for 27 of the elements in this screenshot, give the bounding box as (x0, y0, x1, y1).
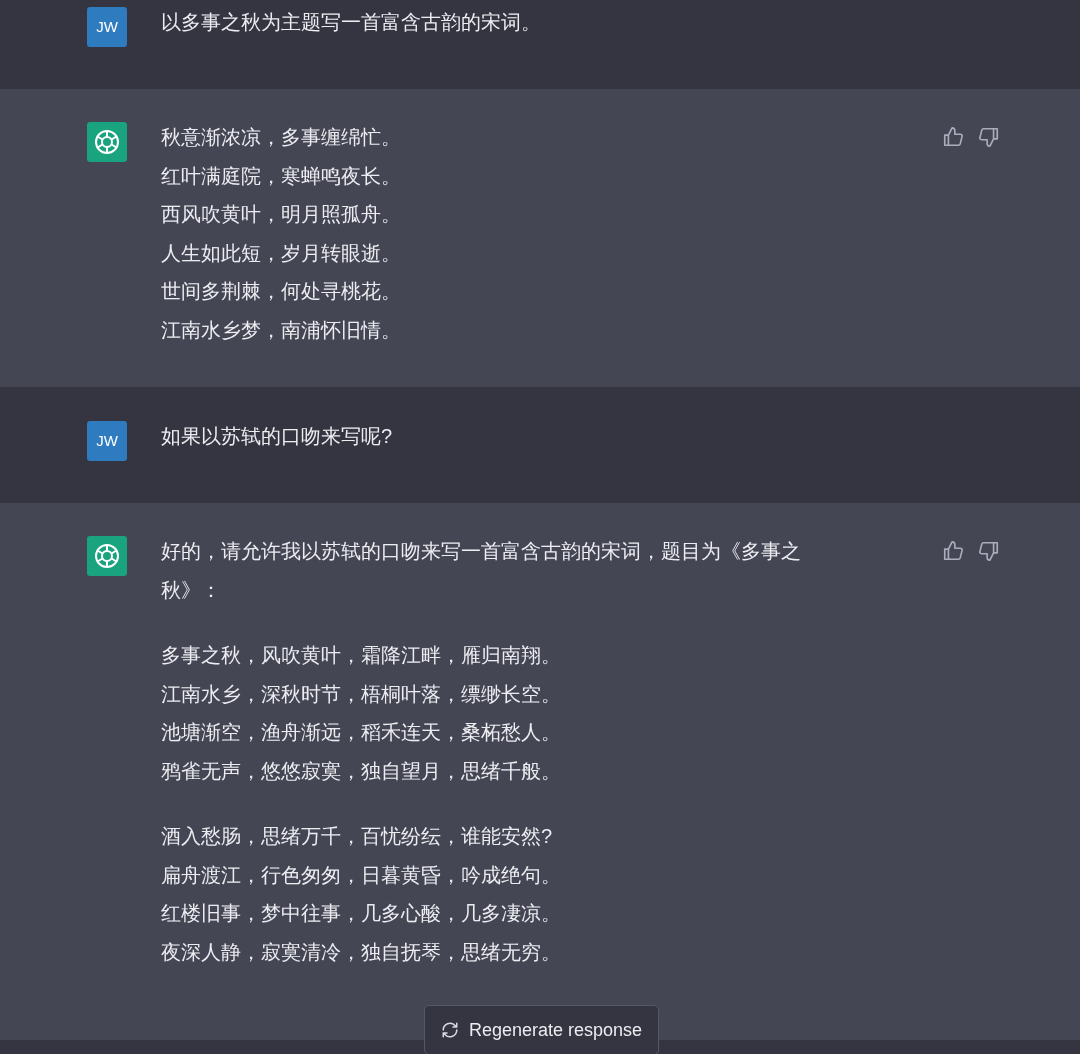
message-text: 酒入愁肠，思绪万千，百忧纷纭，谁能安然? (161, 824, 554, 849)
message-text: 夜深人静，寂寞清冷，独自抚琴，思绪无穷。 (161, 939, 562, 965)
message-text: 秋意渐浓凉，多事缠绵忙。 (161, 125, 402, 150)
message-text: 江南水乡，深秋时节，梧桐叶落，缥缈长空。 (161, 681, 562, 707)
thumbs-down-icon[interactable] (978, 540, 1000, 562)
message-text: 鸦雀无声，悠悠寂寞，独自望月，思绪千般。 (161, 758, 562, 784)
message-text: 红叶满庭院，寒蝉鸣夜长。 (161, 163, 402, 189)
message-text: 池塘渐空，渔舟渐远，稻禾连天，桑柘愁人。 (161, 720, 562, 745)
message-text: 江南水乡梦，南浦怀旧情。 (161, 317, 402, 343)
message-text: 人生如此短，岁月转眼逝。 (161, 240, 402, 266)
message-text: 多事之秋，风吹黄叶，霜降江畔，雁归南翔。 (161, 643, 562, 668)
refresh-icon (441, 1021, 459, 1039)
knot-logo-icon (93, 128, 121, 156)
message-text: 世间多荆棘，何处寻桃花。 (161, 279, 402, 304)
thumbs-down-icon[interactable] (978, 126, 1000, 148)
user-avatar: JW (87, 7, 127, 47)
message-text: 扁舟渡江，行色匆匆，日暮黄昏，吟成绝句。 (161, 862, 562, 888)
user-avatar: JW (87, 421, 127, 461)
message-text: 红楼旧事，梦中往事，几多心酸，几多凄凉。 (161, 901, 562, 926)
message-text: 以多事之秋为主题写一首富含古韵的宋词。 (161, 10, 542, 35)
message-text: 如果以苏轼的口吻来写呢? (161, 424, 394, 449)
regenerate-button[interactable]: Regenerate response (424, 1005, 660, 1054)
thumbs-up-icon[interactable] (942, 126, 964, 148)
message-text: 西风吹黄叶，明月照孤舟。 (161, 202, 402, 227)
thumbs-up-icon[interactable] (942, 540, 964, 562)
message-text: 好的，请允许我以苏轼的口吻来写一首富含古韵的宋词，题目为《多事之秋》： (161, 539, 802, 603)
knot-logo-icon (93, 542, 121, 570)
